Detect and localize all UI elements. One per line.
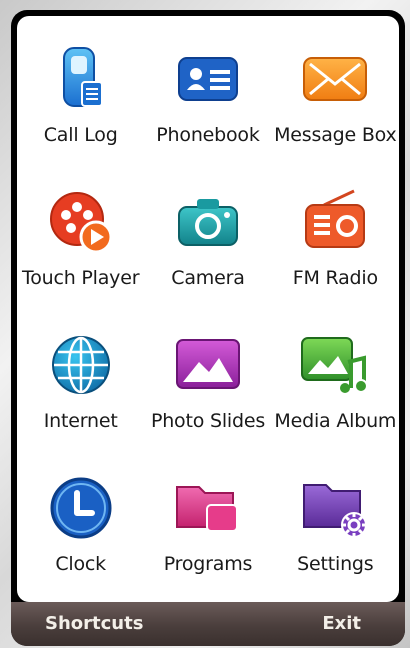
exit-softkey[interactable]: Exit (322, 613, 361, 634)
internet-globe-icon (51, 336, 110, 394)
settings-folder-icon (303, 484, 368, 538)
app-internet[interactable]: Internet (17, 316, 144, 459)
app-message-box[interactable]: Message Box (272, 30, 399, 173)
app-programs[interactable]: Programs (144, 459, 271, 602)
app-phonebook[interactable]: Phonebook (144, 30, 271, 173)
phone-frame: Call Log Phonebook Message Box Touch Pla… (11, 10, 405, 646)
clock-icon (50, 477, 112, 539)
touch-player-icon (49, 192, 113, 254)
media-album-icon (301, 337, 369, 395)
app-label: Phonebook (156, 124, 260, 146)
app-label: Media Album (274, 410, 397, 432)
app-label: Clock (55, 553, 106, 575)
app-label: Camera (171, 267, 245, 289)
app-label: Message Box (274, 124, 397, 146)
app-touch-player[interactable]: Touch Player (17, 173, 144, 316)
app-fm-radio[interactable]: FM Radio (272, 173, 399, 316)
app-label: Call Log (43, 124, 118, 146)
app-label: Internet (43, 410, 118, 432)
app-clock[interactable]: Clock (17, 459, 144, 602)
phonebook-icon (177, 57, 238, 101)
app-label: Programs (163, 553, 253, 575)
main-menu-screen: Call Log Phonebook Message Box Touch Pla… (17, 16, 399, 602)
photo-slides-icon (175, 339, 240, 389)
app-call-log[interactable]: Call Log (17, 30, 144, 173)
message-box-icon (303, 57, 368, 101)
app-camera[interactable]: Camera (144, 173, 271, 316)
app-settings[interactable]: Settings (272, 459, 399, 602)
call-log-icon (62, 47, 103, 107)
fm-radio-icon (305, 189, 366, 248)
programs-folder-icon (175, 486, 238, 532)
camera-icon (177, 199, 238, 246)
shortcuts-softkey[interactable]: Shortcuts (45, 613, 143, 634)
app-grid: Call Log Phonebook Message Box Touch Pla… (17, 30, 399, 602)
app-media-album[interactable]: Media Album (272, 316, 399, 459)
app-photo-slides[interactable]: Photo Slides (144, 316, 271, 459)
app-label: Settings (297, 553, 374, 575)
app-label: Touch Player (22, 267, 140, 289)
softkey-bar: Shortcuts Exit (11, 602, 405, 646)
app-label: Photo Slides (150, 410, 266, 432)
app-label: FM Radio (292, 267, 378, 289)
